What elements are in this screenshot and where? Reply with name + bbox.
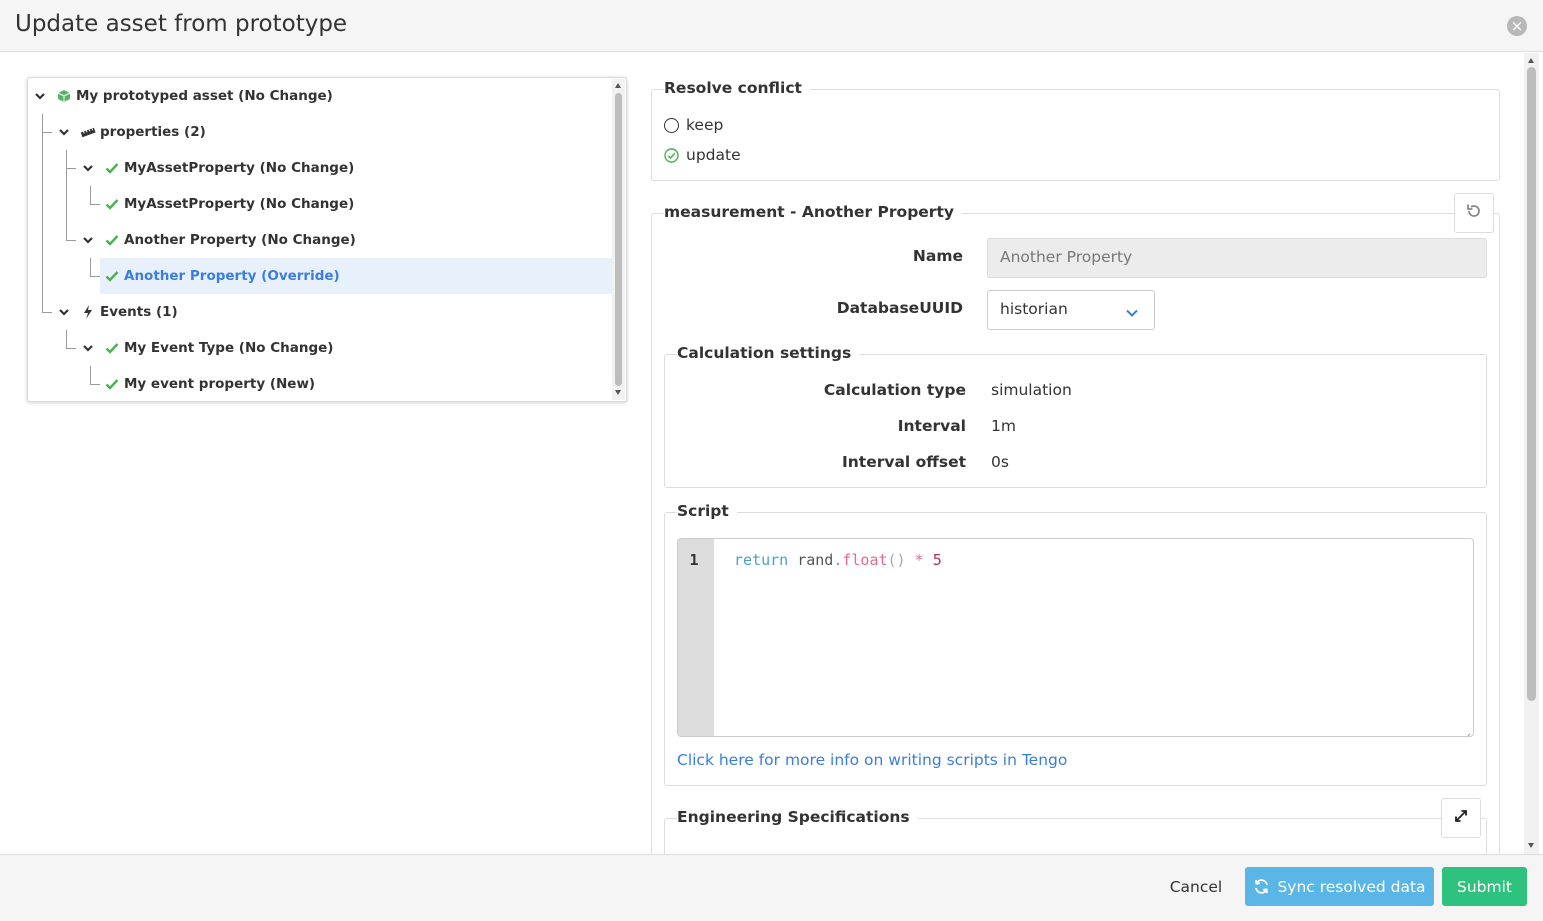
code-parens: () (887, 551, 906, 569)
scroll-up-icon[interactable] (615, 83, 621, 88)
calculation-settings-fieldset (664, 354, 1487, 488)
code-operator: * (905, 551, 933, 569)
tree-node-property[interactable]: Another Property (No Change) (28, 222, 614, 258)
cube-icon (56, 88, 72, 104)
script-editor[interactable]: 1 return rand.float() * 5 (677, 538, 1474, 737)
tree-node-root[interactable]: My prototyped asset (No Change) (28, 78, 614, 114)
submit-button[interactable]: Submit (1442, 867, 1527, 906)
content-scrollbar[interactable] (1524, 53, 1539, 854)
interval-value: 1m (991, 417, 1016, 435)
check-icon (104, 196, 120, 212)
tree-node-label: My prototyped asset (No Change) (76, 88, 333, 104)
chevron-down-icon[interactable] (82, 234, 94, 246)
check-icon (104, 160, 120, 176)
sync-button-label: Sync resolved data (1277, 877, 1426, 896)
chevron-down-icon[interactable] (58, 126, 70, 138)
calculation-settings-legend: Calculation settings (677, 344, 860, 362)
tree-node-label: My event property (New) (124, 376, 316, 392)
tengo-info-link[interactable]: Click here for more info on writing scri… (677, 751, 1067, 769)
dialog-title: Update asset from prototype (15, 11, 348, 37)
close-icon: × (1510, 17, 1524, 35)
tree-node-property[interactable]: MyAssetProperty (No Change) (28, 150, 614, 186)
code-identifier: rand (788, 551, 834, 569)
interval-offset-label: Interval offset (842, 453, 966, 471)
calculation-type-label: Calculation type (823, 381, 966, 399)
resolve-conflict-fieldset (651, 89, 1500, 181)
calculation-type-value: simulation (991, 381, 1072, 399)
chevron-down-icon[interactable] (82, 342, 94, 354)
tree-node-label: Events (1) (100, 304, 178, 320)
radio-keep[interactable]: keep (664, 116, 723, 134)
tree-node-events[interactable]: Events (1) (28, 294, 614, 330)
tree-node-label: MyAssetProperty (No Change) (124, 160, 355, 176)
undo-button[interactable] (1454, 193, 1494, 233)
ruler-icon (80, 124, 96, 140)
line-number: 1 (689, 551, 699, 569)
sync-resolved-data-button[interactable]: Sync resolved data (1245, 867, 1434, 906)
chevron-down-icon[interactable] (58, 306, 70, 318)
close-button[interactable]: × (1507, 16, 1527, 36)
chevron-down-icon[interactable] (34, 90, 46, 102)
line-number-gutter: 1 (678, 539, 714, 736)
code-number: 5 (932, 551, 942, 569)
database-uuid-label: DatabaseUUID (836, 299, 963, 317)
engineering-specs-legend: Engineering Specifications (677, 808, 918, 826)
tree-node-event-property[interactable]: My event property (New) (28, 366, 614, 401)
check-icon (104, 268, 120, 284)
tree-node-label: properties (2) (100, 124, 206, 140)
undo-icon (1465, 202, 1483, 224)
scroll-down-icon[interactable] (615, 390, 621, 395)
check-icon (104, 232, 120, 248)
code-function: float (842, 551, 888, 569)
scroll-down-icon[interactable] (1528, 843, 1534, 848)
expand-icon (1453, 808, 1469, 828)
name-input: Another Property (987, 238, 1487, 278)
chevron-down-icon[interactable] (1125, 304, 1139, 317)
resize-grip-icon[interactable] (1463, 726, 1471, 736)
script-legend: Script (677, 502, 737, 520)
measurement-legend: measurement - Another Property (664, 203, 962, 221)
cancel-button[interactable]: Cancel (1160, 868, 1232, 906)
radio-update[interactable]: update (664, 146, 741, 164)
dialog-header: Update asset from prototype × (0, 0, 1543, 52)
interval-label: Interval (897, 417, 966, 435)
check-icon (104, 340, 120, 356)
scroll-up-icon[interactable] (1528, 58, 1534, 63)
tree-node-label: My Event Type (No Change) (124, 340, 334, 356)
radio-unchecked-icon[interactable] (664, 117, 679, 133)
name-label: Name (912, 247, 963, 265)
check-icon (104, 376, 120, 392)
code-keyword: return (734, 551, 789, 569)
tree-node-label: Another Property (No Change) (124, 232, 356, 248)
tree-node-properties[interactable]: properties (2) (28, 114, 614, 150)
resolve-conflict-legend: Resolve conflict (664, 79, 810, 97)
tree-scrollbar[interactable] (612, 79, 625, 400)
sync-icon (1253, 878, 1270, 895)
prototype-tree: My prototyped asset (No Change) properti… (27, 77, 627, 402)
chevron-down-icon[interactable] (82, 162, 94, 174)
tree-node-property-leaf-selected[interactable]: Another Property (Override) (28, 258, 614, 294)
tree-scrollbar-thumb[interactable] (615, 93, 622, 386)
radio-checked-icon[interactable] (664, 147, 679, 163)
content-scrollbar-thumb[interactable] (1527, 67, 1536, 701)
bolt-icon (80, 304, 96, 320)
tree-node-event-type[interactable]: My Event Type (No Change) (28, 330, 614, 366)
code-line[interactable]: return rand.float() * 5 (734, 551, 942, 569)
tree-node-property-leaf[interactable]: MyAssetProperty (No Change) (28, 186, 614, 222)
tree-node-label: MyAssetProperty (No Change) (124, 196, 355, 212)
radio-keep-label: keep (686, 116, 724, 134)
tree-node-label: Another Property (Override) (124, 268, 340, 284)
interval-offset-value: 0s (991, 453, 1009, 471)
radio-update-label: update (686, 146, 741, 164)
expand-button[interactable] (1441, 798, 1481, 838)
